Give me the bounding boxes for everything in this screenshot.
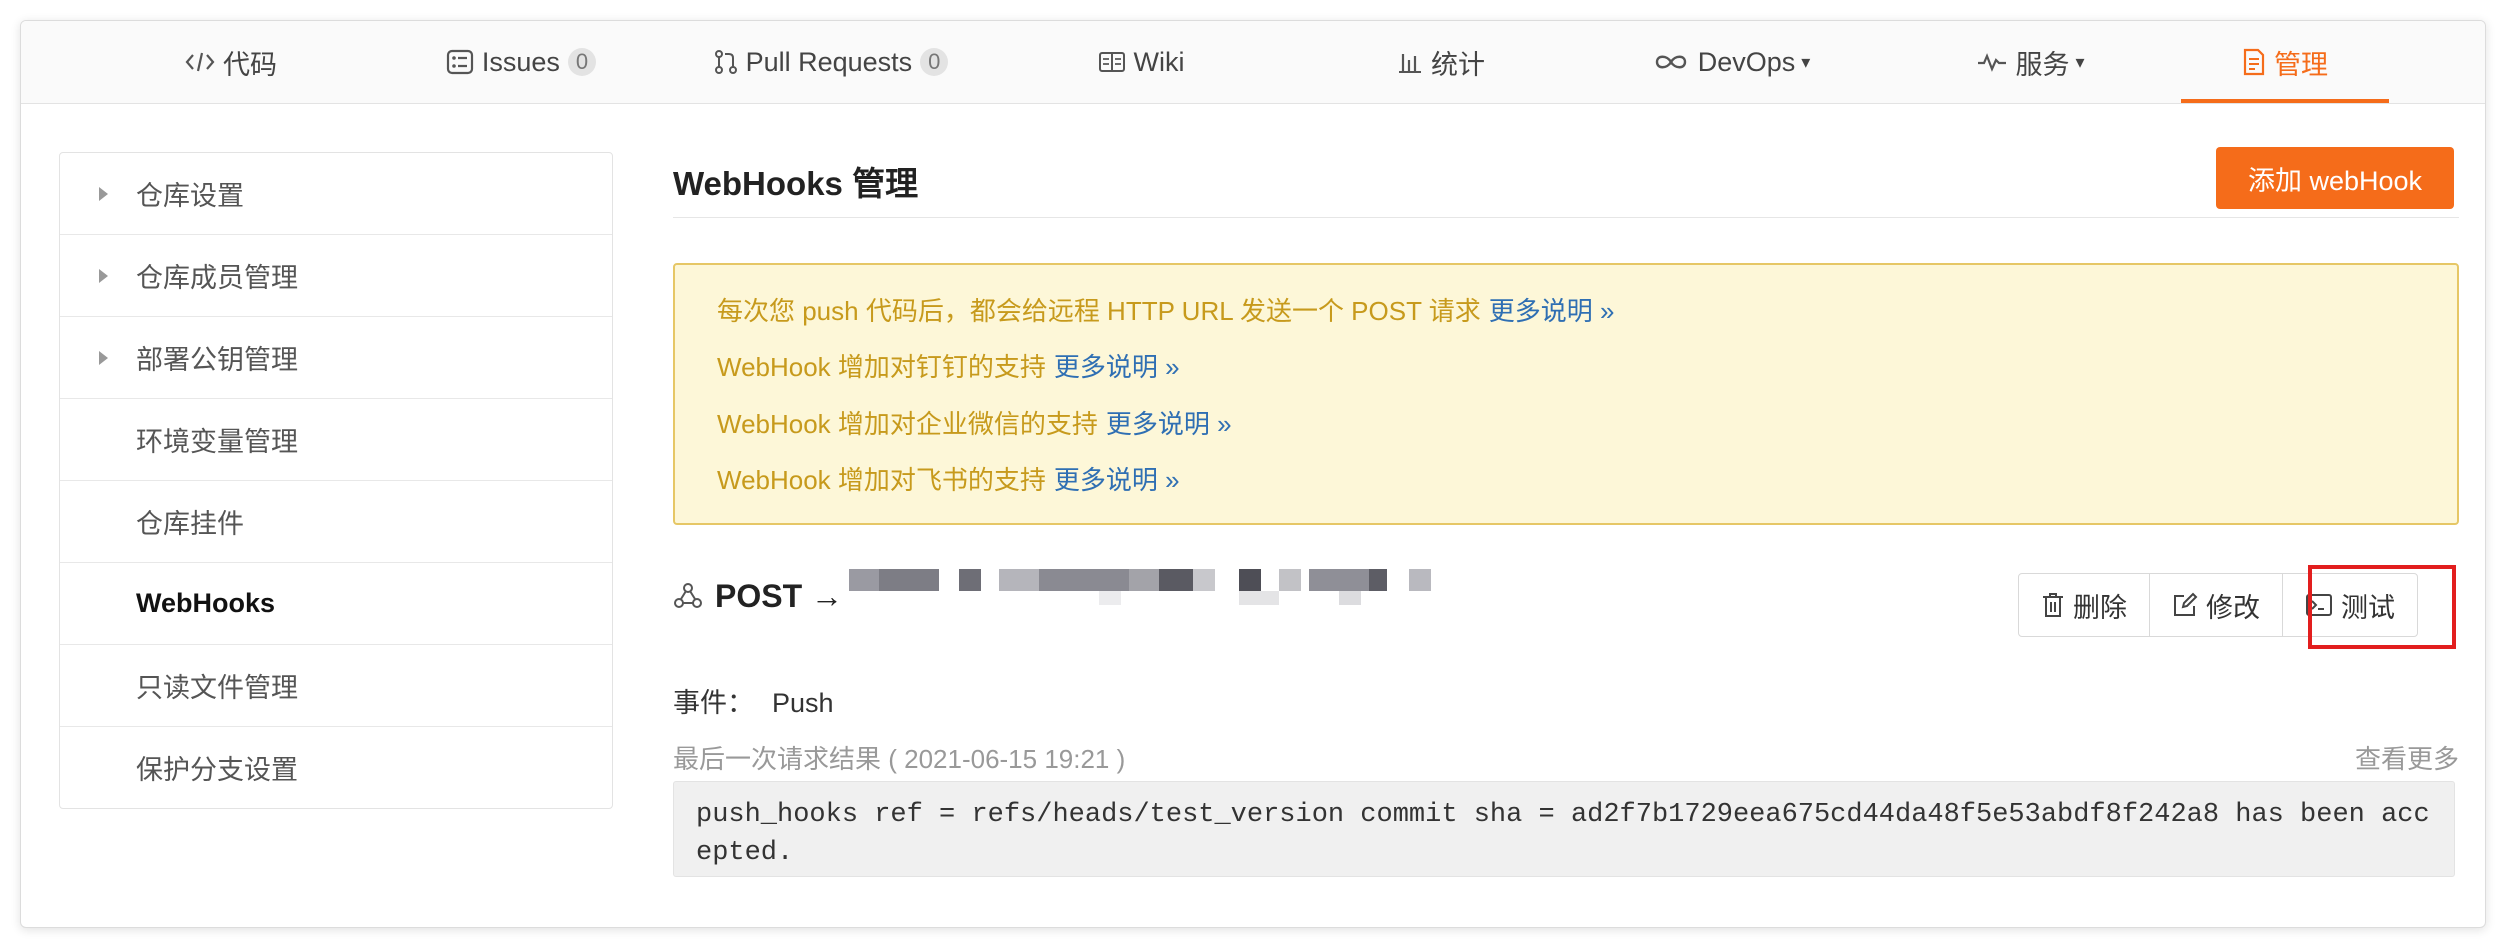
tab-label: Wiki [1133,46,1185,77]
last-request-result: 最后一次请求结果 ( 2021-06-15 19:21 ) [673,744,1126,774]
sidebar-item-label: WebHooks [136,588,276,618]
notice-line: WebHook 增加对钉钉的支持 更多说明 » [717,347,1180,384]
notice-text: 每次您 push 代码后，都会给远程 HTTP URL 发送一个 POST 请求 [717,296,1481,326]
tab-issues[interactable]: Issues 0 [421,21,621,103]
title-divider [673,217,2459,218]
tab-label: 代码 [223,49,277,80]
tab-stats[interactable]: 统计 [1341,21,1541,103]
notice-line: WebHook 增加对企业微信的支持 更多说明 » [717,404,1232,441]
pulse-icon [1977,51,2007,73]
webhook-method: POST → [715,577,844,614]
sidebar-item-repo-settings[interactable]: 仓库设置 [60,153,612,235]
event-value: Push [772,688,834,718]
tab-label: 统计 [1431,49,1485,80]
tab-label: Issues [481,46,560,77]
chevron-down-icon: ▾ [1801,51,1811,72]
tab-label: DevOps [1697,46,1796,77]
sidebar-item-members[interactable]: 仓库成员管理 [60,235,612,317]
more-info-link[interactable]: 更多说明 » [1106,409,1232,439]
sidebar-item-label: 部署公钥管理 [136,345,298,375]
notice-text: WebHook 增加对飞书的支持 [717,465,1046,495]
button-label: 修改 [2206,592,2260,623]
tab-services[interactable]: 服务 ▾ [1931,21,2131,103]
more-info-link[interactable]: 更多说明 » [1054,465,1180,495]
sidebar-item-label: 只读文件管理 [136,673,298,703]
pull-requests-count-badge: 0 [920,48,949,76]
caret-right-icon [99,350,108,365]
notice-line: WebHook 增加对飞书的支持 更多说明 » [717,460,1180,497]
sidebar-item-readonly-files[interactable]: 只读文件管理 [60,645,612,727]
page-title: WebHooks 管理 [673,165,919,202]
sidebar-item-webhooks[interactable]: WebHooks [60,563,612,645]
sidebar-item-widgets[interactable]: 仓库挂件 [60,481,612,563]
response-output: push_hooks ref = refs/heads/test_version… [673,781,2455,877]
see-more-link[interactable]: 查看更多 [2355,739,2459,776]
tab-label: 服务 [2015,49,2070,80]
tab-devops[interactable]: DevOps ▾ [1631,21,1831,103]
edit-icon [2172,592,2198,618]
caret-right-icon [99,186,108,201]
more-info-link[interactable]: 更多说明 » [1054,352,1180,382]
sidebar-item-deploy-keys[interactable]: 部署公钥管理 [60,317,612,399]
webhook-event: 事件： Push [673,681,834,720]
trash-icon [2041,592,2065,618]
webhook-notice: 每次您 push 代码后，都会给远程 HTTP URL 发送一个 POST 请求… [673,263,2459,525]
notice-line: 每次您 push 代码后，都会给远程 HTTP URL 发送一个 POST 请求… [717,291,1614,328]
notice-text: WebHook 增加对企业微信的支持 [717,409,1098,439]
chevron-down-icon: ▾ [2075,51,2085,72]
edit-button[interactable]: 修改 [2150,574,2283,636]
sidebar-item-env-vars[interactable]: 环境变量管理 [60,399,612,481]
notice-text: WebHook 增加对钉钉的支持 [717,352,1046,382]
sidebar-item-label: 环境变量管理 [136,427,298,457]
sidebar-item-label: 仓库成员管理 [136,263,298,293]
tab-manage[interactable]: 管理 [2181,21,2389,103]
repo-nav: 代码 Issues 0 Pull Requests 0 Wiki 统计 DevO… [21,21,2485,104]
sidebar-item-label: 保护分支设置 [136,755,298,785]
webhook-header: POST → [673,573,843,619]
tab-label: Pull Requests [745,46,913,77]
tab-code[interactable]: 代码 [131,21,331,103]
more-info-link[interactable]: 更多说明 » [1489,296,1615,326]
tab-label: 管理 [2274,49,2328,80]
tab-wiki[interactable]: Wiki [1041,21,1241,103]
test-button-highlight [2308,565,2456,649]
caret-right-icon [99,268,108,283]
tab-pull-requests[interactable]: Pull Requests 0 [691,21,971,103]
event-label: 事件： [673,688,754,718]
add-webhook-button[interactable]: 添加 webHook [2216,147,2454,209]
manage-icon [2242,48,2266,76]
wiki-icon [1098,51,1126,73]
sidebar-item-label: 仓库挂件 [136,509,244,539]
sidebar-item-label: 仓库设置 [136,181,244,211]
redacted-url [849,561,1589,617]
infinity-icon [1652,52,1690,72]
delete-button[interactable]: 删除 [2019,574,2150,636]
button-label: 删除 [2073,592,2127,623]
issues-count-badge: 0 [567,48,597,76]
stats-icon [1397,50,1423,74]
app-window: 代码 Issues 0 Pull Requests 0 Wiki 统计 DevO… [20,20,2486,928]
code-icon [185,50,215,74]
settings-sidebar: 仓库设置 仓库成员管理 部署公钥管理 环境变量管理 仓库挂件 WebHooks … [59,152,613,809]
pull-request-icon [714,49,738,75]
issues-icon [446,49,474,75]
webhook-icon [673,581,703,611]
sidebar-item-protected-branches[interactable]: 保护分支设置 [60,727,612,808]
